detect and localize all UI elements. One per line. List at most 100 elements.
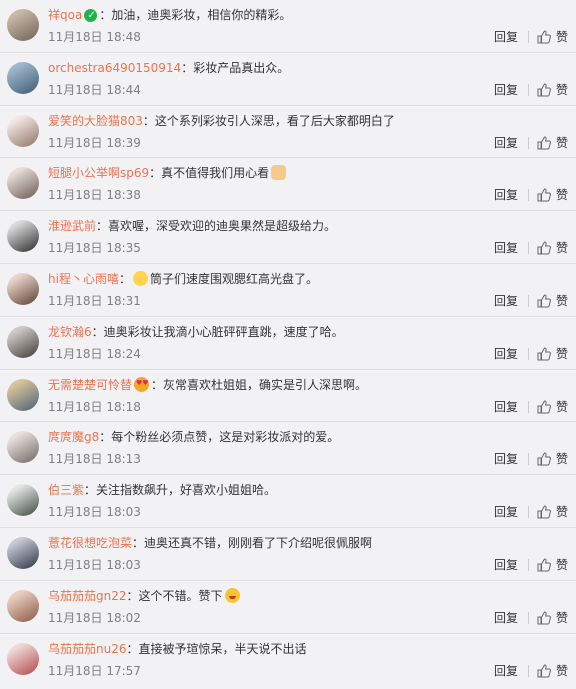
colon-separator: ： (151, 377, 164, 392)
reply-button[interactable]: 回复 (494, 663, 518, 679)
reply-button[interactable]: 回复 (494, 29, 518, 45)
username-link[interactable]: 祥qoa (48, 8, 82, 22)
avatar[interactable] (7, 220, 39, 253)
like-button[interactable]: 赞 (556, 610, 568, 626)
comment-item: 薏花很想吃泡菜：迪奥还真不错，刚刚看了下介绍呢很佩服啊 11月18日 18:03 回… (0, 528, 576, 581)
avatar[interactable] (7, 272, 39, 305)
reply-button[interactable]: 回复 (494, 293, 518, 309)
comment-actions: 回复 赞 (494, 346, 568, 362)
comment-timestamp: 11月18日 18:39 (48, 135, 141, 150)
comment-timestamp: 11月18日 18:24 (48, 346, 141, 361)
comment-text: 这个系列彩妆引人深思，看了后大家都明白了 (154, 113, 395, 128)
thumbs-up-icon (537, 664, 551, 678)
reply-button[interactable]: 回复 (494, 451, 518, 467)
reply-button[interactable]: 回复 (494, 135, 518, 151)
divider (527, 453, 529, 466)
colon-separator: ： (132, 535, 145, 550)
like-button[interactable]: 赞 (556, 135, 568, 151)
thumbs-up-icon (537, 347, 551, 361)
username-link[interactable]: orchestra6490150914 (48, 61, 181, 75)
thumbs-up-icon (537, 83, 551, 97)
comment-item: hi程丶心雨嘻： 筒子们速度围观腮红高光盘了。 11月18日 18:31 回复 赞 (0, 264, 576, 317)
like-button[interactable]: 赞 (556, 82, 568, 98)
avatar[interactable] (7, 114, 39, 147)
username-link[interactable]: 爱笑的大脸猫803 (48, 114, 143, 128)
username-link[interactable]: 庹庹魔g8 (48, 430, 99, 444)
avatar[interactable] (7, 167, 39, 200)
divider (527, 242, 529, 255)
divider (527, 611, 529, 624)
colon-separator: ： (91, 324, 104, 339)
comment-actions: 回复 赞 (494, 135, 568, 151)
thumbs-up-icon (537, 30, 551, 44)
username-link[interactable]: 无需楚楚可怜替 (48, 378, 132, 392)
comment-list: 祥qoa ✓ ：加油，迪奥彩妆，相信你的精彩。 11月18日 18:48 回复赞 orch… (0, 0, 576, 689)
comment-text: 灰常喜欢杜姐姐，确实是引人深思啊。 (163, 377, 368, 392)
like-button[interactable]: 赞 (556, 240, 568, 256)
comment-actions: 回复 赞 (494, 399, 568, 415)
divider (527, 294, 529, 307)
like-button[interactable]: 赞 (556, 29, 568, 45)
colon-separator: ： (181, 60, 194, 75)
username-link[interactable]: 龙钦瀚6 (48, 325, 92, 339)
like-button[interactable]: 赞 (556, 504, 568, 520)
comment-line: orchestra6490150914：彩妆产品真出众。 (48, 59, 568, 77)
reply-button[interactable]: 回复 (494, 240, 518, 256)
username-link[interactable]: 乌茄茄茄nu26 (48, 642, 126, 656)
divider (527, 664, 529, 677)
thumbs-up-icon (537, 241, 551, 255)
heart-eyes-emoji-icon: ♥♥ (134, 376, 150, 392)
username-link[interactable]: 伯三紫 (48, 483, 84, 497)
like-button[interactable]: 赞 (556, 451, 568, 467)
reply-button[interactable]: 回复 (494, 504, 518, 520)
like-button[interactable]: 赞 (556, 293, 568, 309)
reply-button[interactable]: 回复 (494, 610, 518, 626)
like-button[interactable]: 赞 (556, 346, 568, 362)
username-link[interactable]: 短腿小公举啊sp69 (48, 166, 149, 180)
thumbs-up-icon (537, 188, 551, 202)
reply-button[interactable]: 回复 (494, 82, 518, 98)
comment-item: 乌茄茄茄gn22：这个不错。赞下 11月18日 18:02 回复 赞 (0, 581, 576, 634)
reply-button[interactable]: 回复 (494, 399, 518, 415)
avatar[interactable] (7, 325, 39, 358)
reply-button[interactable]: 回复 (494, 557, 518, 573)
like-button[interactable]: 赞 (556, 557, 568, 573)
comment-actions: 回复 赞 (494, 187, 568, 203)
reply-button[interactable]: 回复 (494, 346, 518, 362)
colon-separator: ： (99, 8, 112, 22)
avatar[interactable] (7, 61, 39, 94)
avatar[interactable] (7, 589, 39, 622)
avatar[interactable] (7, 9, 39, 41)
avatar[interactable] (7, 431, 39, 464)
avatar[interactable] (7, 536, 39, 569)
avatar[interactable] (7, 484, 39, 517)
comment-actions: 回复 赞 (494, 504, 568, 520)
comment-timestamp: 11月18日 18:18 (48, 399, 141, 414)
comment-line: 伯三紫：关注指数飙升，好喜欢小姐姐哈。 (48, 481, 568, 499)
comment-item: orchestra6490150914：彩妆产品真出众。 11月18日 18:44… (0, 53, 576, 106)
comment-item: 无需楚楚可怜替 ♥♥ ：灰常喜欢杜姐姐，确实是引人深思啊。 11月18日 18:18 回… (0, 370, 576, 423)
thumbs-up-icon (537, 505, 551, 519)
verified-badge-icon: ✓ (84, 9, 98, 22)
reply-button[interactable]: 回复 (494, 187, 518, 203)
username-link[interactable]: 薏花很想吃泡菜 (48, 536, 132, 550)
comment-text: 喜欢喔，深受欢迎的迪奥果然是超级给力。 (108, 219, 337, 234)
comment-line: 乌茄茄茄nu26：直接被予瑄惊呆，半天说不出话 (48, 640, 568, 658)
like-button[interactable]: 赞 (556, 399, 568, 415)
grin-emoji-icon (224, 587, 240, 603)
username-link[interactable]: 淮逊武前 (48, 219, 96, 233)
comment-line: 乌茄茄茄gn22：这个不错。赞下 (48, 587, 568, 605)
username-link[interactable]: 乌茄茄茄gn22 (48, 589, 127, 603)
divider (527, 83, 529, 96)
comment-line: hi程丶心雨嘻： 筒子们速度围观腮红高光盘了。 (48, 270, 568, 288)
comment-line: 龙钦瀚6：迪奥彩妆让我滴小心脏砰砰直跳，速度了哈。 (48, 323, 568, 341)
avatar[interactable] (7, 642, 39, 675)
like-button[interactable]: 赞 (556, 663, 568, 679)
comment-actions: 回复 赞 (494, 240, 568, 256)
like-button[interactable]: 赞 (556, 187, 568, 203)
comment-actions: 回复 赞 (494, 451, 568, 467)
comment-timestamp: 11月18日 18:38 (48, 188, 141, 203)
colon-separator: ： (96, 219, 109, 234)
avatar[interactable] (7, 378, 39, 411)
username-link[interactable]: hi程丶心雨嘻 (48, 272, 119, 286)
